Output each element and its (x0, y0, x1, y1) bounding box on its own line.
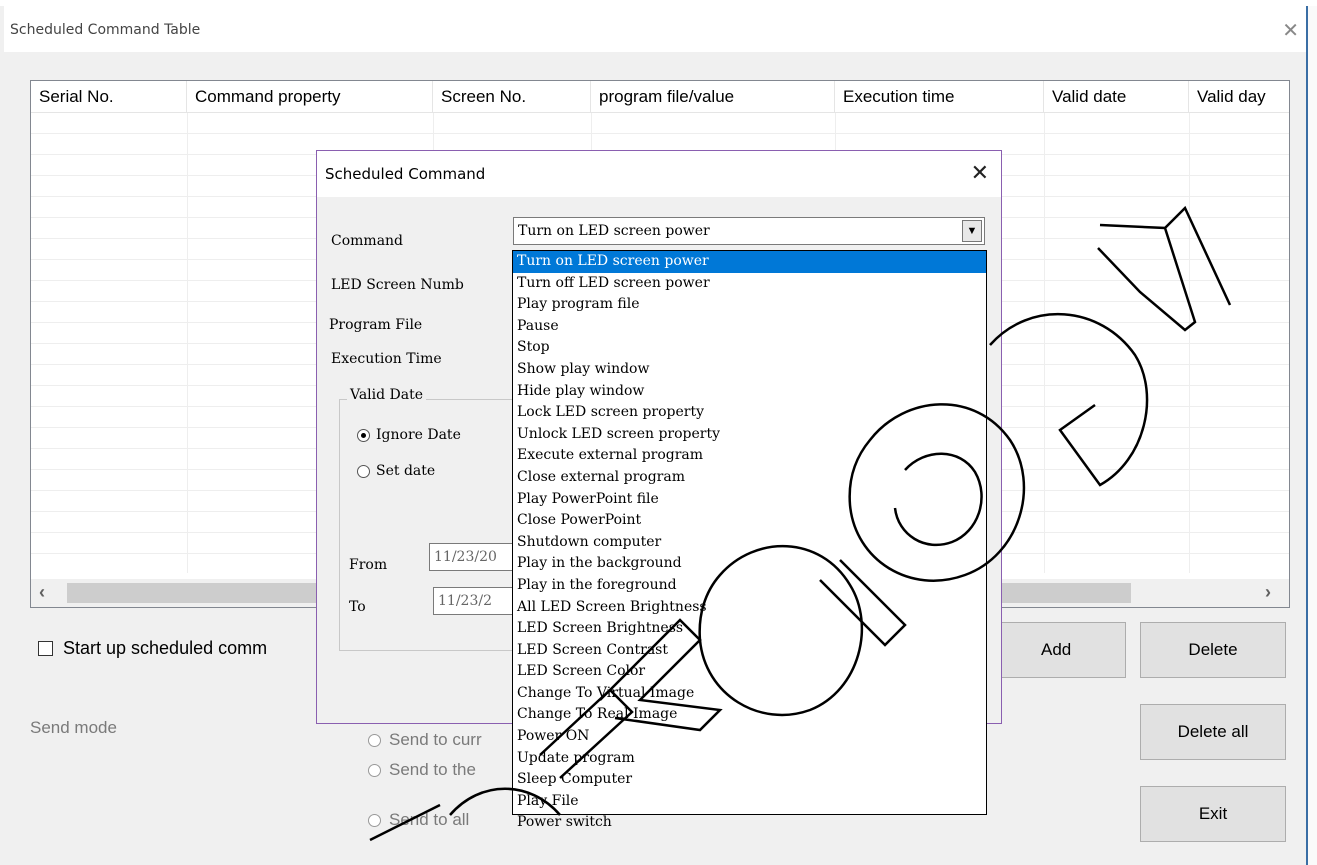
dropdown-item[interactable]: Play program file (513, 294, 986, 316)
send-mode-option-current[interactable]: Send to curr (368, 730, 482, 750)
execution-time-label: Execution Time (331, 351, 442, 367)
dropdown-item[interactable]: Update program (513, 748, 986, 770)
window-right-margin (1308, 6, 1317, 865)
exit-button[interactable]: Exit (1140, 786, 1286, 842)
radio-label: Send to curr (389, 730, 482, 749)
dropdown-item[interactable]: Execute external program (513, 445, 986, 467)
dropdown-item[interactable]: LED Screen Contrast (513, 640, 986, 662)
radio-circle[interactable] (368, 733, 381, 747)
command-select-value: Turn on LED screen power (518, 223, 710, 239)
dropdown-item[interactable]: Change To Virtual Image (513, 683, 986, 705)
command-label: Command (331, 233, 404, 249)
column-header-valid-date[interactable]: Valid date (1044, 81, 1189, 113)
window-title: Scheduled Command Table (10, 22, 201, 38)
dropdown-item[interactable]: LED Screen Color (513, 661, 986, 683)
to-label: To (349, 599, 366, 615)
dropdown-item[interactable]: All LED Screen Brightness (513, 597, 986, 619)
set-date-radio[interactable]: Set date (357, 463, 435, 479)
from-label: From (349, 557, 388, 573)
from-date-field[interactable]: 11/23/20 (429, 543, 519, 571)
startup-checkbox-label: Start up scheduled comm (63, 638, 268, 658)
table-header: Serial No. Command property Screen No. p… (31, 81, 1289, 113)
column-header-screen-no[interactable]: Screen No. (433, 81, 591, 113)
command-select[interactable]: Turn on LED screen power ▼ (513, 217, 985, 245)
grid-vline (1189, 113, 1190, 573)
screen-number-label: LED Screen Numb (331, 277, 464, 293)
dropdown-item[interactable]: Turn on LED screen power (513, 251, 986, 273)
dropdown-item[interactable]: Stop (513, 337, 986, 359)
radio-circle[interactable] (357, 428, 370, 442)
radio-circle[interactable] (368, 813, 381, 827)
send-mode-option-all[interactable]: Send to all (368, 810, 469, 830)
dropdown-item[interactable]: Lock LED screen property (513, 402, 986, 424)
radio-label: Send to the (389, 760, 476, 779)
dropdown-item[interactable]: Change To Real Image (513, 704, 986, 726)
dropdown-item[interactable]: Play PowerPoint file (513, 489, 986, 511)
dropdown-item[interactable]: LED Screen Brightness (513, 618, 986, 640)
scroll-right-icon[interactable]: › (1265, 582, 1271, 603)
delete-all-button[interactable]: Delete all (1140, 704, 1286, 760)
radio-circle[interactable] (368, 763, 381, 777)
dialog-close-icon[interactable]: ✕ (971, 163, 989, 185)
set-date-label: Set date (376, 463, 436, 479)
grid-vline (187, 113, 188, 573)
dropdown-item[interactable]: Hide play window (513, 381, 986, 403)
dropdown-item[interactable]: Pause (513, 316, 986, 338)
dialog-title: Scheduled Command (325, 165, 486, 183)
radio-label: Send to all (389, 810, 470, 829)
radio-circle[interactable] (357, 464, 370, 478)
startup-checkbox[interactable]: Start up scheduled comm (38, 638, 267, 659)
dropdown-item[interactable]: Play in the foreground (513, 575, 986, 597)
valid-date-group-label: Valid Date (347, 387, 427, 403)
dropdown-item[interactable]: Power switch (513, 812, 986, 834)
dropdown-item[interactable]: Shutdown computer (513, 532, 986, 554)
column-header-program-file[interactable]: program file/value (591, 81, 835, 113)
checkbox-box[interactable] (38, 641, 53, 656)
window-titlebar: Scheduled Command Table ✕ (4, 6, 1311, 52)
column-header-valid-day[interactable]: Valid day (1189, 81, 1289, 113)
dropdown-item[interactable]: Turn off LED screen power (513, 273, 986, 295)
to-date-field[interactable]: 11/23/2 (433, 587, 523, 615)
ignore-date-label: Ignore Date (376, 427, 461, 443)
grid-vline (1044, 113, 1045, 573)
add-button[interactable]: Add (1000, 622, 1126, 678)
dropdown-item[interactable]: Power ON (513, 726, 986, 748)
dropdown-item[interactable]: Sleep Computer (513, 769, 986, 791)
dialog-titlebar: Scheduled Command ✕ (317, 151, 1001, 197)
delete-button[interactable]: Delete (1140, 622, 1286, 678)
dropdown-item[interactable]: Close external program (513, 467, 986, 489)
dropdown-item[interactable]: Show play window (513, 359, 986, 381)
program-file-label: Program File (329, 317, 423, 333)
chevron-down-icon[interactable]: ▼ (962, 220, 982, 242)
ignore-date-radio[interactable]: Ignore Date (357, 427, 461, 443)
send-mode-option-the[interactable]: Send to the (368, 760, 476, 780)
dropdown-item[interactable]: Unlock LED screen property (513, 424, 986, 446)
command-dropdown-list[interactable]: Turn on LED screen power Turn off LED sc… (512, 250, 987, 830)
window-close-icon[interactable]: ✕ (1282, 20, 1299, 40)
dropdown-item[interactable]: Close PowerPoint (513, 510, 986, 532)
send-mode-label: Send mode (30, 718, 117, 737)
column-header-serial-no[interactable]: Serial No. (31, 81, 187, 113)
column-header-execution-time[interactable]: Execution time (835, 81, 1044, 113)
column-header-command-property[interactable]: Command property (187, 81, 433, 113)
dropdown-item[interactable]: Play in the background (513, 553, 986, 575)
scroll-left-icon[interactable]: ‹ (39, 582, 45, 603)
dropdown-item[interactable]: Play File (513, 791, 986, 813)
